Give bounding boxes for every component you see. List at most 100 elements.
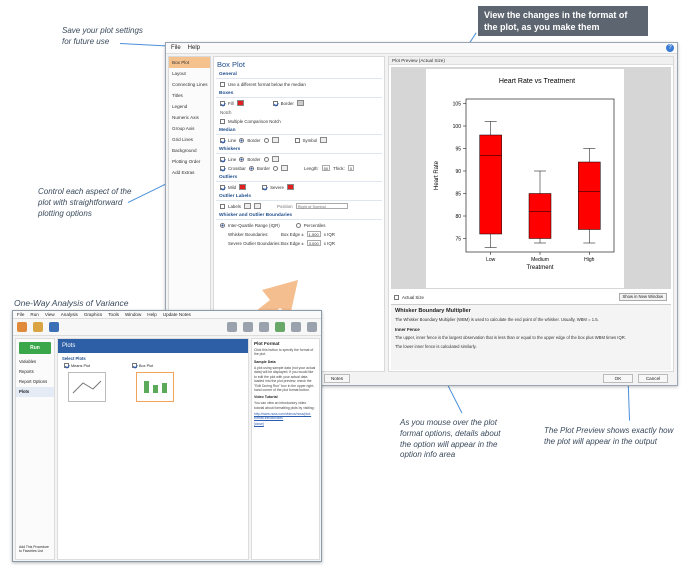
box-plot-format-button[interactable] [136, 372, 174, 402]
iqr-radio[interactable] [220, 222, 225, 228]
severe-color-swatch[interactable] [286, 184, 294, 190]
add-favorites-link[interactable]: Add This Procedure to Favorites List [16, 543, 54, 555]
tool-icon-5[interactable] [291, 322, 301, 332]
means-plot-label: Means Plot [71, 363, 90, 368]
menu-file[interactable]: File [171, 45, 181, 51]
tool-icon-6[interactable] [307, 322, 317, 332]
length-input[interactable]: 50 [321, 165, 331, 171]
severe-iqr-label: x IQR [323, 240, 335, 246]
open-icon[interactable] [33, 322, 43, 332]
whisker-iqr-label: x IQR [323, 231, 335, 237]
ok-button[interactable]: OK [603, 374, 633, 383]
notes-button[interactable]: Notes [324, 374, 350, 383]
ncss-menu-tools[interactable]: Tools [108, 312, 119, 317]
ncss-nav-reports[interactable]: Reports [16, 367, 54, 377]
nav-background[interactable]: Background [169, 145, 210, 156]
median-other-radio[interactable] [263, 137, 269, 143]
median-symbol-checkbox[interactable] [294, 137, 300, 143]
severe-box-edge-label: Box Edge ± [281, 240, 304, 246]
labels-checkbox[interactable] [220, 203, 225, 209]
border-style-swatch[interactable] [296, 100, 304, 106]
symbol-style-swatch[interactable] [320, 137, 328, 143]
crossbar-style-swatch[interactable] [281, 165, 288, 171]
reset-icon[interactable] [17, 322, 27, 332]
whisker-style-swatch[interactable] [271, 156, 279, 162]
nav-grid-lines[interactable]: Grid Lines [169, 134, 210, 145]
severe-multiplier-input[interactable]: 3.000 [306, 240, 321, 246]
percentiles-label: Percentiles [303, 222, 326, 228]
ncss-menu-run[interactable]: Run [30, 312, 38, 317]
pf-close-link[interactable]: [close] [254, 422, 317, 426]
mild-checkbox[interactable] [220, 184, 225, 190]
nav-connecting-lines[interactable]: Connecting Lines [169, 79, 210, 90]
save-icon[interactable] [49, 322, 59, 332]
median-style-swatch[interactable] [271, 137, 279, 143]
ncss-menu-help[interactable]: Help [147, 312, 156, 317]
tool-icon-1[interactable] [227, 322, 237, 332]
crossbar-other-radio[interactable] [273, 165, 278, 171]
nav-titles[interactable]: Titles [169, 90, 210, 101]
tool-icon-4[interactable] [275, 322, 285, 332]
ncss-nav-variables[interactable]: Variables [16, 357, 54, 367]
y-tick-label: 100 [453, 124, 462, 130]
ncss-menu-file[interactable]: File [17, 312, 24, 317]
whisker-other-radio[interactable] [263, 156, 269, 162]
font-size-button[interactable] [253, 203, 261, 209]
nav-layout[interactable]: Layout [169, 68, 210, 79]
actual-size-checkbox[interactable] [394, 294, 399, 300]
ncss-menu-analysis[interactable]: Analysis [61, 312, 78, 317]
severe-checkbox[interactable] [262, 184, 268, 190]
section-whiskers: Whiskers [216, 144, 382, 154]
crossbar-border-label: Border [256, 165, 270, 171]
nav-box-plot[interactable]: Box Plot [169, 57, 210, 68]
position-select[interactable]: Right of Symbol [295, 203, 348, 209]
crossbar-border-radio[interactable] [248, 165, 254, 171]
y-axis-label: Heart Rate [434, 160, 440, 190]
nav-legend[interactable]: Legend [169, 101, 210, 112]
menu-help[interactable]: Help [188, 45, 200, 51]
fill-checkbox[interactable] [220, 100, 225, 106]
y-tick-label: 95 [455, 147, 461, 153]
whisker-multiplier-input[interactable]: 1.500 [306, 231, 321, 237]
percentiles-radio[interactable] [295, 222, 301, 228]
plot-canvas: Heart Rate vs Treatment 75 80 85 90 95 100 105 H… [426, 69, 624, 288]
whisker-border-radio[interactable] [239, 156, 245, 162]
border-checkbox[interactable] [272, 100, 278, 106]
nav-plotting-order[interactable]: Plotting Order [169, 156, 210, 167]
nav-group-axis[interactable]: Group Axis [169, 123, 210, 134]
cancel-button[interactable]: Cancel [638, 374, 668, 383]
fill-color-swatch[interactable] [236, 100, 244, 106]
nav-add-extras[interactable]: Add Extras [169, 167, 210, 178]
means-plot-format-button[interactable] [68, 372, 106, 402]
tool-icon-2[interactable] [243, 322, 253, 332]
thick-input[interactable]: 0 [347, 165, 355, 171]
box-plot-checkbox[interactable] [132, 363, 137, 368]
font-a-button[interactable] [243, 203, 251, 209]
different-format-checkbox[interactable] [220, 81, 225, 87]
mild-color-swatch[interactable] [239, 184, 247, 190]
multiple-notch-label: Multiple Comparison Notch [228, 118, 281, 124]
ncss-menu-view[interactable]: View [45, 312, 55, 317]
show-new-window-button[interactable]: Show in New Window [618, 293, 667, 301]
section-boxes: Boxes [216, 88, 382, 98]
multiple-notch-checkbox[interactable] [220, 118, 225, 124]
median-border-radio[interactable] [239, 137, 245, 143]
ncss-menu-graphics[interactable]: Graphics [84, 312, 102, 317]
ncss-menu-update-notes[interactable]: Update Notes [163, 312, 191, 317]
crossbar-checkbox[interactable] [220, 165, 225, 171]
ncss-menu-bar: File Run View Analysis Graphics Tools Wi… [13, 311, 321, 319]
pf-video-link[interactable]: http://www.ncss.com/videos/ncss/plot-for… [254, 412, 317, 420]
median-line-checkbox[interactable] [220, 137, 225, 143]
ncss-nav-plots[interactable]: Plots [16, 387, 54, 397]
tool-icon-3[interactable] [259, 322, 269, 332]
pf-title: Plot Format [254, 341, 280, 346]
box [479, 134, 502, 235]
ncss-nav-report-options[interactable]: Report Options [16, 377, 54, 387]
x-tick-label: High [584, 257, 595, 263]
run-button[interactable]: Run [19, 342, 51, 354]
nav-numeric-axis[interactable]: Numeric Axis [169, 112, 210, 123]
help-icon[interactable]: ? [666, 44, 674, 52]
ncss-menu-window[interactable]: Window [125, 312, 141, 317]
means-plot-checkbox[interactable] [64, 363, 69, 368]
whisker-line-checkbox[interactable] [220, 156, 225, 162]
